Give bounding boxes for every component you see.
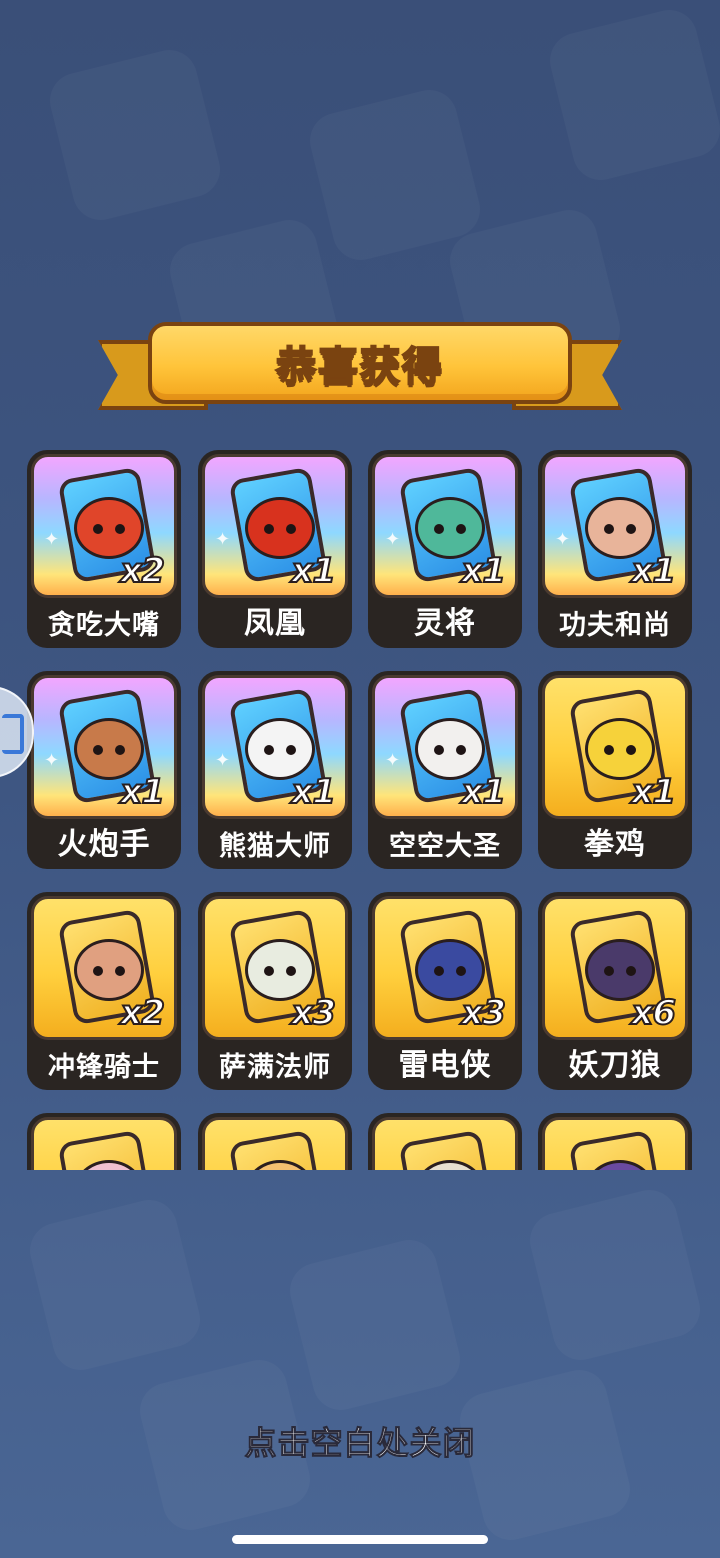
reward-name: 贪吃大嘴: [48, 610, 160, 641]
home-indicator: [232, 1535, 488, 1544]
reward-card[interactable]: ✦ x2 贪吃大嘴: [27, 450, 181, 648]
reward-count: x1: [460, 550, 507, 592]
reward-card[interactable]: ✦ x1 灵将: [368, 450, 522, 648]
sparkle-icon: ✦: [215, 750, 231, 771]
hero-portrait-icon: [74, 939, 144, 1001]
reward-card[interactable]: ✦ x1 凤凰: [198, 450, 352, 648]
reward-count: x2: [119, 550, 166, 592]
hero-portrait-icon: [415, 497, 485, 559]
reward-card[interactable]: ✦ x1 空空大圣: [368, 671, 522, 869]
reward-name: 火炮手: [57, 827, 151, 862]
reward-count: x1: [290, 550, 337, 592]
reward-name: 空空大圣: [389, 831, 501, 862]
reward-card-face: x3: [372, 896, 518, 1040]
reward-card[interactable]: x1 拳鸡: [538, 671, 692, 869]
reward-card[interactable]: x6 妖刀狼: [538, 892, 692, 1090]
hero-portrait-icon: [415, 718, 485, 780]
reward-grid: ✦ x2 贪吃大嘴 ✦ x1 凤凰 ✦ x1 灵将 ✦ x1 功夫和尚 ✦ x1 火炮手 ✦ x1 熊猫大师 ✦ x1…: [0, 440, 720, 1170]
banner-title: 恭喜获得: [275, 343, 444, 391]
reward-banner: 恭喜获得: [98, 322, 622, 416]
sparkle-icon: ✦: [44, 529, 60, 550]
reward-name: 妖刀狼: [568, 1048, 662, 1083]
reward-card[interactable]: [538, 1113, 692, 1170]
reward-count: x1: [630, 771, 677, 813]
hero-portrait-icon: [415, 939, 485, 1001]
reward-count: x1: [460, 771, 507, 813]
floating-assist-icon: [2, 714, 24, 754]
banner-plate: 恭喜获得: [148, 322, 572, 404]
reward-card-face: x3: [202, 896, 348, 1040]
reward-card-face: [372, 1117, 518, 1170]
reward-name: 拳鸡: [584, 827, 646, 862]
reward-name: 灵将: [414, 606, 476, 641]
reward-card-face: [31, 1117, 177, 1170]
reward-card[interactable]: [27, 1113, 181, 1170]
reward-card-face: ✦ x1: [542, 454, 688, 598]
reward-card[interactable]: ✦ x1 火炮手: [27, 671, 181, 869]
reward-card-face: ✦ x1: [31, 675, 177, 819]
reward-card[interactable]: x2 冲锋骑士: [27, 892, 181, 1090]
reward-card-face: [542, 1117, 688, 1170]
sparkle-icon: ✦: [555, 529, 571, 550]
reward-name: 雷电侠: [398, 1048, 492, 1083]
reward-name: 功夫和尚: [559, 610, 671, 641]
reward-card[interactable]: [198, 1113, 352, 1170]
reward-card[interactable]: [368, 1113, 522, 1170]
reward-card-face: ✦ x1: [202, 675, 348, 819]
hero-portrait-icon: [585, 939, 655, 1001]
hero-portrait-icon: [585, 497, 655, 559]
hero-portrait-icon: [585, 718, 655, 780]
reward-name: 萨满法师: [219, 1052, 331, 1083]
reward-card[interactable]: ✦ x1 熊猫大师: [198, 671, 352, 869]
reward-count: x1: [290, 771, 337, 813]
reward-card[interactable]: x3 雷电侠: [368, 892, 522, 1090]
reward-count: x3: [460, 992, 507, 1034]
reward-count: x6: [630, 992, 677, 1034]
hero-portrait-icon: [74, 718, 144, 780]
reward-count: x2: [119, 992, 166, 1034]
reward-card-face: ✦ x1: [372, 675, 518, 819]
sparkle-icon: ✦: [385, 750, 401, 771]
reward-card[interactable]: ✦ x1 功夫和尚: [538, 450, 692, 648]
reward-card-face: ✦ x1: [202, 454, 348, 598]
reward-card[interactable]: x3 萨满法师: [198, 892, 352, 1090]
reward-name: 凤凰: [244, 606, 306, 641]
sparkle-icon: ✦: [44, 750, 60, 771]
reward-count: x1: [630, 550, 677, 592]
sparkle-icon: ✦: [385, 529, 401, 550]
reward-card-face: x1: [542, 675, 688, 819]
hero-portrait-icon: [74, 497, 144, 559]
close-hint[interactable]: 点击空白处关闭: [0, 1418, 720, 1464]
reward-card-face: [202, 1117, 348, 1170]
reward-card-face: x2: [31, 896, 177, 1040]
reward-card-face: ✦ x1: [372, 454, 518, 598]
hero-portrait-icon: [245, 497, 315, 559]
reward-card-face: ✦ x2: [31, 454, 177, 598]
reward-name: 冲锋骑士: [48, 1052, 160, 1083]
hero-portrait-icon: [245, 939, 315, 1001]
reward-name: 熊猫大师: [219, 831, 331, 862]
hero-portrait-icon: [245, 718, 315, 780]
reward-count: x3: [290, 992, 337, 1034]
sparkle-icon: ✦: [215, 529, 231, 550]
reward-count: x1: [119, 771, 166, 813]
reward-card-face: x6: [542, 896, 688, 1040]
